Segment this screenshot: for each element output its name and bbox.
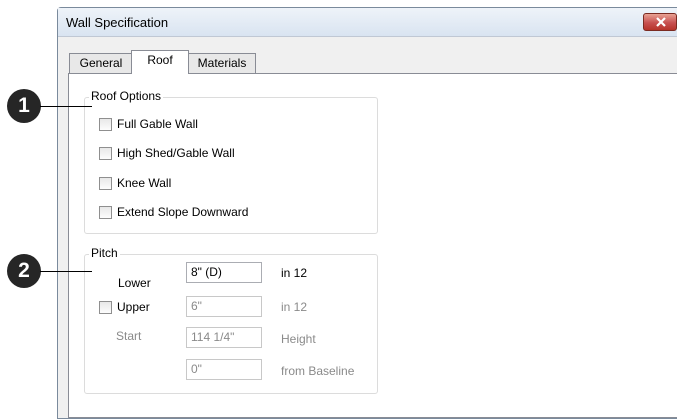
upper-unit-label: in 12 (281, 300, 308, 314)
callout-2-leader (40, 271, 92, 272)
upper-label: Upper (117, 300, 150, 314)
window-title: Wall Specification (66, 15, 169, 30)
pitch-legend: Pitch (89, 246, 120, 260)
wall-specification-dialog: Wall Specification General Roof Material… (57, 7, 677, 419)
lower-pitch-input[interactable]: 8" (D) (186, 262, 262, 283)
checkbox-label: High Shed/Gable Wall (117, 146, 235, 160)
checkbox-label: Full Gable Wall (117, 117, 198, 131)
checkbox-label: Knee Wall (117, 176, 172, 190)
checkbox-box[interactable] (99, 176, 112, 190)
roof-tab-panel: Roof Options Full Gable Wall High Shed/G… (68, 73, 677, 418)
lower-label: Lower (118, 276, 151, 290)
from-baseline-label: from Baseline (281, 364, 355, 378)
tab-roof[interactable]: Roof (131, 50, 189, 74)
title-bar: Wall Specification (58, 8, 677, 37)
checkbox-box[interactable] (99, 300, 112, 314)
start-height-input[interactable]: 114 1/4" (186, 327, 262, 348)
extend-slope-downward-checkbox[interactable]: Extend Slope Downward (99, 205, 248, 219)
close-icon (656, 17, 666, 27)
callout-1-leader (40, 106, 92, 107)
lower-unit-label: in 12 (281, 266, 308, 280)
tab-general[interactable]: General (69, 53, 133, 74)
height-label: Height (281, 332, 316, 346)
checkbox-box[interactable] (99, 146, 112, 160)
checkbox-label: Extend Slope Downward (117, 205, 249, 219)
knee-wall-checkbox[interactable]: Knee Wall (99, 176, 171, 190)
upper-pitch-input[interactable]: 6" (186, 296, 262, 317)
full-gable-wall-checkbox[interactable]: Full Gable Wall (99, 117, 198, 131)
baseline-input[interactable]: 0" (186, 359, 262, 380)
callout-2: 2 (7, 254, 41, 288)
checkbox-box[interactable] (99, 117, 112, 131)
high-shed-gable-wall-checkbox[interactable]: High Shed/Gable Wall (99, 146, 235, 160)
start-label: Start (116, 329, 142, 343)
roof-options-legend: Roof Options (89, 89, 164, 103)
upper-checkbox[interactable]: Upper (99, 300, 150, 314)
close-button[interactable] (643, 13, 677, 31)
tab-materials[interactable]: Materials (188, 53, 256, 74)
checkbox-box[interactable] (99, 205, 112, 219)
callout-1: 1 (7, 89, 41, 123)
